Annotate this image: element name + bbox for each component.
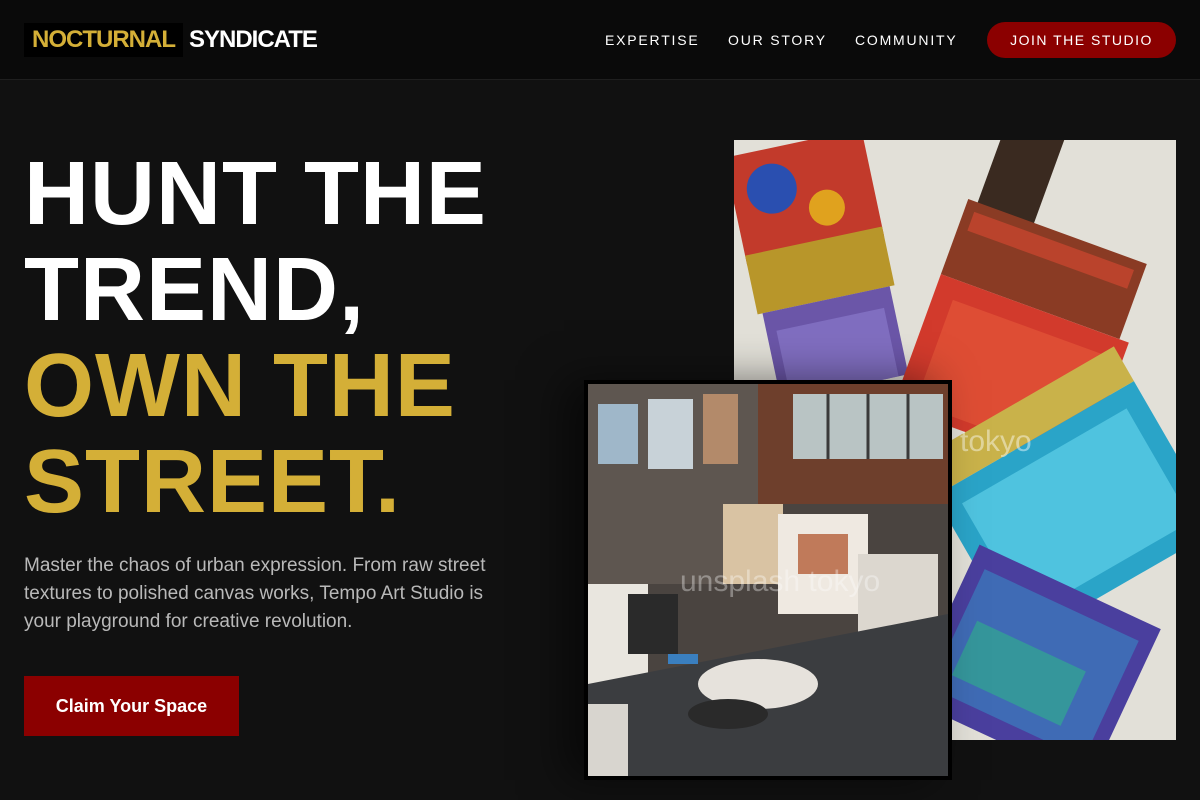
- headline-line-1: HUNT THE: [24, 144, 487, 244]
- photo-watermark: tokyo: [960, 425, 1032, 458]
- studio-watermark: unsplash tokyo: [680, 565, 881, 598]
- brand-name-highlight: NOCTURNAL: [24, 23, 183, 57]
- brand-name: SYNDICATE: [188, 26, 318, 53]
- claim-space-button[interactable]: Claim Your Space: [24, 676, 239, 736]
- headline-line-2: TREND,: [24, 240, 365, 340]
- join-studio-button[interactable]: JOIN THE STUDIO: [987, 22, 1176, 58]
- top-navigation-bar: NOCTURNAL SYNDICATE EXPERTISE OUR STORY …: [0, 0, 1200, 80]
- hero-description: Master the chaos of urban expression. Fr…: [24, 555, 486, 632]
- headline-line-4: STREET.: [24, 432, 402, 532]
- brand-logo[interactable]: NOCTURNAL SYNDICATE: [24, 22, 318, 58]
- hero-headline: HUNT THE TREND, OWN THE STREET.: [24, 146, 584, 530]
- nav-link-community[interactable]: COMMUNITY: [855, 32, 958, 48]
- nav-link-expertise[interactable]: EXPERTISE: [605, 32, 700, 48]
- headline-line-3: OWN THE: [24, 336, 456, 436]
- nav-link-our-story[interactable]: OUR STORY: [728, 32, 827, 48]
